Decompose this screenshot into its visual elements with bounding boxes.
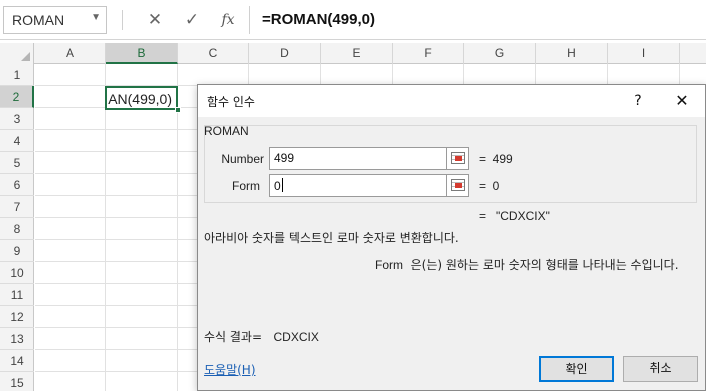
help-link[interactable]: 도움말(H) — [204, 361, 256, 378]
form-range-selector-icon[interactable] — [447, 174, 469, 197]
function-arguments-dialog: 함수 인수 ? ✕ ROMAN Number 499 = 499 Form 0 … — [197, 84, 706, 391]
row-header-1[interactable]: 1 — [0, 64, 34, 86]
function-name: ROMAN — [204, 124, 249, 138]
row-headers: 1 2 3 4 5 6 7 8 9 10 11 12 13 14 15 — [0, 64, 34, 391]
chevron-down-icon[interactable]: ▼ — [91, 12, 101, 23]
formula-input[interactable]: =ROMAN(499,0) — [249, 6, 706, 34]
function-description: 아라비아 숫자를 텍스트인 로마 숫자로 변환합니다. — [204, 231, 459, 245]
column-header-b[interactable]: B — [106, 43, 178, 64]
column-headers: A B C D E F G H I — [0, 43, 706, 64]
row-header-10[interactable]: 10 — [0, 262, 34, 284]
argument-description: Form 은(는) 원하는 로마 숫자의 형태를 나타내는 수입니다. — [375, 256, 679, 273]
select-all-corner[interactable] — [0, 43, 34, 64]
row-header-6[interactable]: 6 — [0, 174, 34, 196]
row-header-11[interactable]: 11 — [0, 284, 34, 306]
excel-window: ROMAN ▼ ✕ ✓ fx =ROMAN(499,0) A B C D E F… — [0, 0, 706, 391]
row-header-4[interactable]: 4 — [0, 130, 34, 152]
row-header-7[interactable]: 7 — [0, 196, 34, 218]
number-range-selector-icon[interactable] — [447, 147, 469, 170]
number-arg-value: 499 — [274, 151, 295, 165]
row-header-14[interactable]: 14 — [0, 350, 34, 372]
function-result: = "CDXCIX" — [479, 209, 550, 223]
row-header-3[interactable]: 3 — [0, 108, 34, 130]
ok-button[interactable]: 확인 — [539, 356, 614, 382]
column-header-d[interactable]: D — [249, 43, 321, 64]
form-arg-input[interactable]: 0 — [269, 174, 447, 197]
enter-formula-icon[interactable]: ✓ — [181, 8, 203, 32]
insert-function-icon[interactable]: fx — [217, 8, 239, 32]
name-box-value: ROMAN — [12, 12, 65, 28]
formula-result-value: CDXCIX — [273, 330, 319, 344]
separator — [122, 10, 123, 30]
column-header-i[interactable]: I — [608, 43, 680, 64]
fill-handle[interactable] — [175, 107, 181, 113]
column-header-a[interactable]: A — [35, 43, 106, 64]
row-header-15[interactable]: 15 — [0, 372, 34, 391]
number-arg-result: = 499 — [479, 152, 513, 166]
column-header-f[interactable]: F — [393, 43, 464, 64]
formula-result-label: 수식 결과= — [204, 330, 263, 344]
row-header-8[interactable]: 8 — [0, 218, 34, 240]
cancel-button[interactable]: 취소 — [623, 356, 698, 382]
dialog-title-bar[interactable]: 함수 인수 ? ✕ — [198, 85, 705, 117]
active-cell-b2[interactable]: ROMAN(499,0) — [105, 86, 178, 110]
row-header-9[interactable]: 9 — [0, 240, 34, 262]
form-arg-label: Form — [232, 179, 260, 193]
active-cell-text: ROMAN(499,0) — [107, 91, 172, 107]
column-header-e[interactable]: E — [321, 43, 393, 64]
column-header-c[interactable]: C — [178, 43, 249, 64]
row-header-13[interactable]: 13 — [0, 328, 34, 350]
formula-bar: ROMAN ▼ ✕ ✓ fx =ROMAN(499,0) — [0, 0, 706, 40]
dialog-title: 함수 인수 — [207, 95, 255, 109]
formula-result: 수식 결과= CDXCIX — [204, 328, 319, 345]
text-caret — [281, 178, 283, 192]
number-arg-label: Number — [221, 152, 264, 166]
argument-description-name: Form — [375, 258, 403, 272]
form-arg-value: 0 — [274, 179, 281, 193]
cancel-formula-icon[interactable]: ✕ — [144, 8, 166, 32]
number-arg-input[interactable]: 499 — [269, 147, 447, 170]
name-box[interactable]: ROMAN ▼ — [3, 6, 107, 34]
row-header-12[interactable]: 12 — [0, 306, 34, 328]
column-header-h[interactable]: H — [536, 43, 608, 64]
help-icon[interactable]: ? — [626, 90, 650, 112]
form-arg-result: = 0 — [479, 179, 500, 193]
close-icon[interactable]: ✕ — [668, 90, 696, 112]
row-header-5[interactable]: 5 — [0, 152, 34, 174]
column-header-g[interactable]: G — [464, 43, 536, 64]
argument-description-text: 은(는) 원하는 로마 숫자의 형태를 나타내는 수입니다. — [403, 258, 679, 272]
row-header-2[interactable]: 2 — [0, 86, 34, 108]
